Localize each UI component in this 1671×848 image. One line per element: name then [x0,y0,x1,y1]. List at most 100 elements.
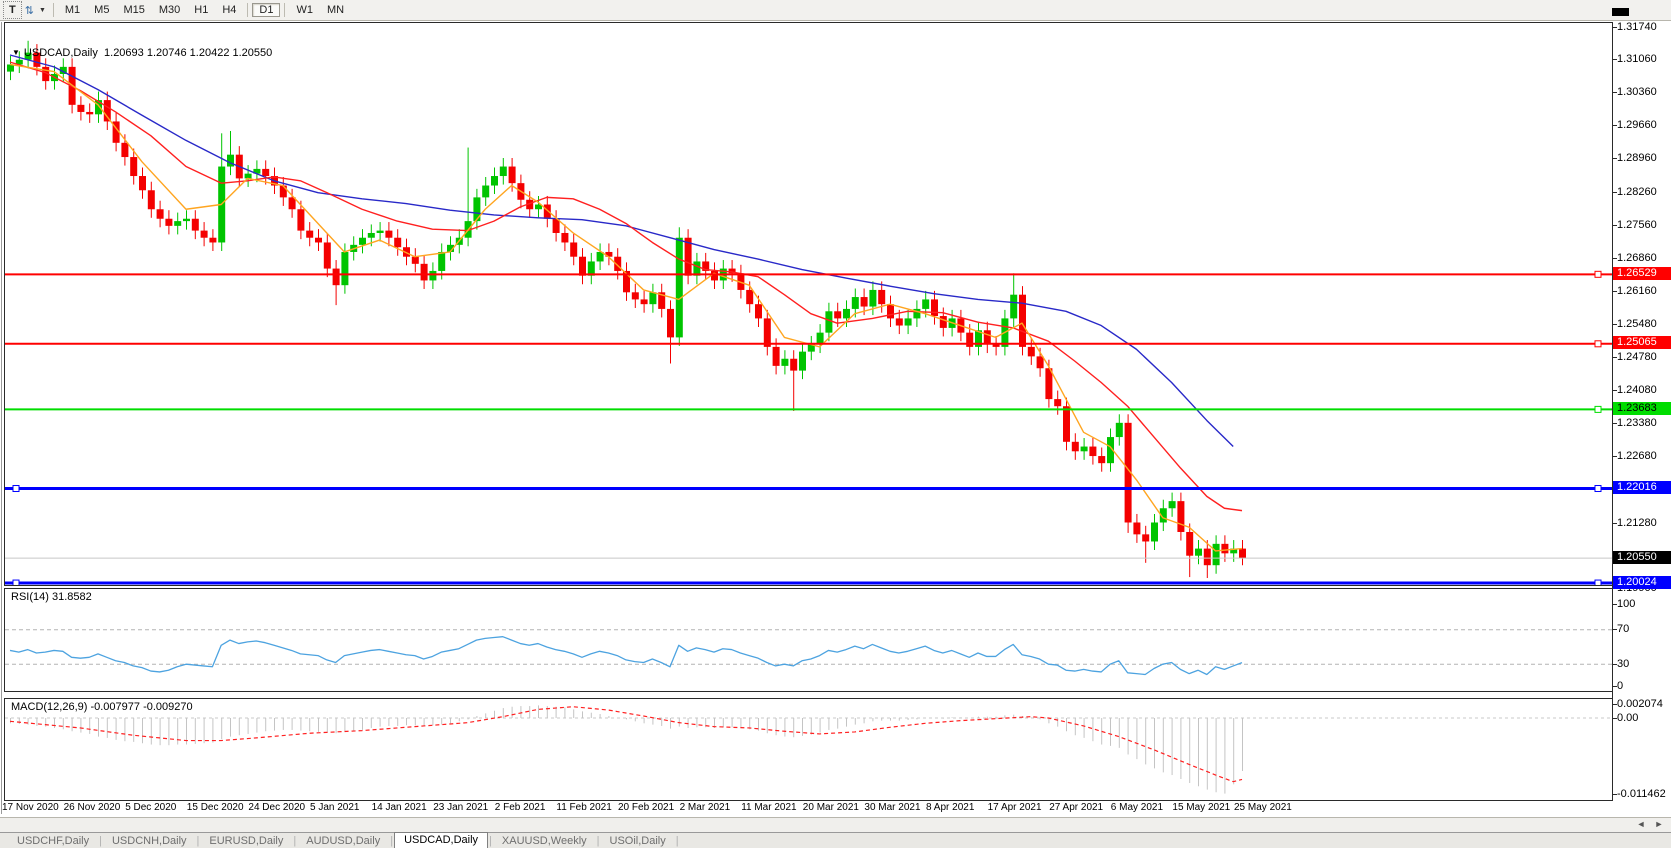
candlestick-chart[interactable] [5,23,1612,585]
hline-handle[interactable] [1594,485,1602,493]
price-tick-label: 1.21280 [1617,517,1657,529]
chart-tab-xauusd[interactable]: XAUUSD,Weekly [493,834,596,848]
chart-tab-usdcad[interactable]: USDCAD,Daily [394,832,489,848]
chart-tab-eurusd[interactable]: EURUSD,Daily [200,834,292,848]
timeframe-button-mn[interactable]: MN [320,3,351,17]
price-tick-label: 1.28260 [1617,186,1657,198]
date-tick-label: 20 Mar 2021 [802,802,859,813]
chart-tab-bar: USDCHF,Daily | USDCNH,Daily | EURUSD,Daily | A… [0,832,1671,848]
price-flag-1.20024: 1.20024 [1613,576,1671,589]
chart-tab-usdchf[interactable]: USDCHF,Daily [8,834,98,848]
date-tick-label: 5 Dec 2020 [125,802,177,813]
price-flag-1.22016: 1.22016 [1613,481,1671,494]
timeframe-button-h1[interactable]: H1 [187,3,215,17]
price-flag-1.23683: 1.23683 [1613,402,1671,415]
timeframe-button-m1[interactable]: M1 [58,3,87,17]
hline-handle[interactable] [1594,405,1602,413]
date-tick-label: 2 Mar 2021 [679,802,731,813]
date-tick-label: 26 Nov 2020 [63,802,121,813]
date-tick-label: 11 Feb 2021 [556,802,612,813]
date-tick-label: 15 Dec 2020 [186,802,244,813]
rsi-panel[interactable]: RSI(14) 31.8582 [4,588,1613,692]
chevron-down-icon[interactable]: ▼ [36,7,49,14]
price-tick-label: 1.29660 [1617,119,1657,131]
hline-handle[interactable] [12,579,20,585]
macd-tick-label: 0.00 [1617,712,1639,724]
rsi-tick-label: 0 [1617,680,1624,692]
timeframe-button-w1[interactable]: W1 [289,3,320,17]
date-tick-label: 6 May 2021 [1110,802,1164,813]
ohlc-close: 1.20550 [232,47,273,59]
chart-title: ▼ USDCAD,Daily 1.20693 1.20746 1.20422 1.… [12,47,272,59]
hline-handle[interactable] [1594,270,1602,278]
tab-separator: | [675,835,679,847]
date-tick-label: 15 May 2021 [1172,802,1231,813]
symbol-period-label: USDCAD,Daily [23,47,98,59]
corner-marker [1612,8,1629,16]
price-flag-1.20550: 1.20550 [1613,551,1671,564]
rsi-chart[interactable] [5,589,1612,691]
timeframe-button-h4[interactable]: H4 [215,3,243,17]
macd-histogram [10,705,1243,794]
scroll-left-icon[interactable]: ◄ [1634,819,1648,829]
timeframe-button-d1[interactable]: D1 [252,3,281,17]
date-tick-label: 8 Apr 2021 [926,802,975,813]
hline-handle[interactable] [12,485,20,493]
timeframe-button-m15[interactable]: M15 [116,3,151,17]
ohlc-open: 1.20693 [104,47,144,59]
symbols-icon[interactable]: ⇅ [23,4,36,17]
timeframe-buttons: M1 M5 M15 M30 H1 H4 D1 W1 MN [58,3,351,17]
macd-panel[interactable]: MACD(12,26,9) -0.007977 -0.009270 [4,698,1613,801]
text-tool-button[interactable]: T [3,1,22,19]
price-tick-label: 1.28960 [1617,152,1657,164]
date-tick-label: 20 Feb 2021 [618,802,675,813]
timeframe-button-m30[interactable]: M30 [152,3,187,17]
date-tick-label: 14 Jan 2021 [371,802,427,813]
price-tick-label: 1.31060 [1617,53,1657,65]
rsi-tick-label: 100 [1617,598,1636,610]
date-tick-label: 17 Apr 2021 [987,802,1042,813]
collapse-triangle-icon[interactable]: ▼ [12,48,24,57]
rsi-label: RSI(14) 31.8582 [11,591,92,603]
main-chart-panel[interactable]: ▼ USDCAD,Daily 1.20693 1.20746 1.20422 1.… [4,22,1613,586]
toolbar-separator [52,3,54,17]
date-tick-label: 5 Jan 2021 [310,802,360,813]
date-tick-label: 17 Nov 2020 [2,802,59,813]
rsi-tick-label: 30 [1617,658,1630,670]
price-tick-label: 1.24780 [1617,351,1657,363]
ohlc-low: 1.20422 [189,47,230,59]
rsi-tick-label: 70 [1617,623,1630,635]
date-tick-label: 11 Mar 2021 [741,802,797,813]
macd-chart[interactable] [5,699,1612,800]
price-tick-label: 1.23380 [1617,417,1657,429]
chart-tab-usoil[interactable]: USOil,Daily [601,834,675,848]
scroll-right-icon[interactable]: ► [1652,819,1666,829]
date-tick-label: 30 Mar 2021 [864,802,921,813]
macd-tick-label: 0.002074 [1617,698,1663,710]
date-tick-label: 23 Jan 2021 [433,802,489,813]
toolbar: T ⇅ ▼ M1 M5 M15 M30 H1 H4 D1 W1 MN [0,0,1671,21]
hline-handle[interactable] [1594,579,1602,585]
price-tick-label: 1.22680 [1617,450,1657,462]
timeframe-button-m5[interactable]: M5 [87,3,116,17]
ma-fast-line [9,63,1243,552]
price-tick-label: 1.25480 [1617,318,1657,330]
horizontal-scrollbar[interactable]: ◄ ► [0,817,1671,833]
price-tick-label: 1.31740 [1617,21,1657,33]
price-tick-label: 1.30360 [1617,86,1657,98]
ohlc-high: 1.20746 [146,47,187,59]
trading-app-window: T ⇅ ▼ M1 M5 M15 M30 H1 H4 D1 W1 MN ▼ USDCAD,Daily… [0,0,1671,848]
toolbar-separator [284,3,286,17]
price-tick-label: 1.26160 [1617,285,1657,297]
date-tick-label: 24 Dec 2020 [248,802,306,813]
chart-tab-audusd[interactable]: AUDUSD,Daily [297,834,389,848]
chart-tab-usdcnh[interactable]: USDCNH,Daily [103,834,196,848]
rsi-line [9,636,1243,676]
price-flag-1.25065: 1.25065 [1613,336,1671,349]
hline-handle[interactable] [1594,340,1602,348]
window-left-edge [1,22,2,814]
macd-tick-label: -0.011462 [1617,788,1666,800]
date-tick-label: 25 May 2021 [1234,802,1292,813]
candles [7,40,1246,579]
date-tick-label: 27 Apr 2021 [1049,802,1104,813]
